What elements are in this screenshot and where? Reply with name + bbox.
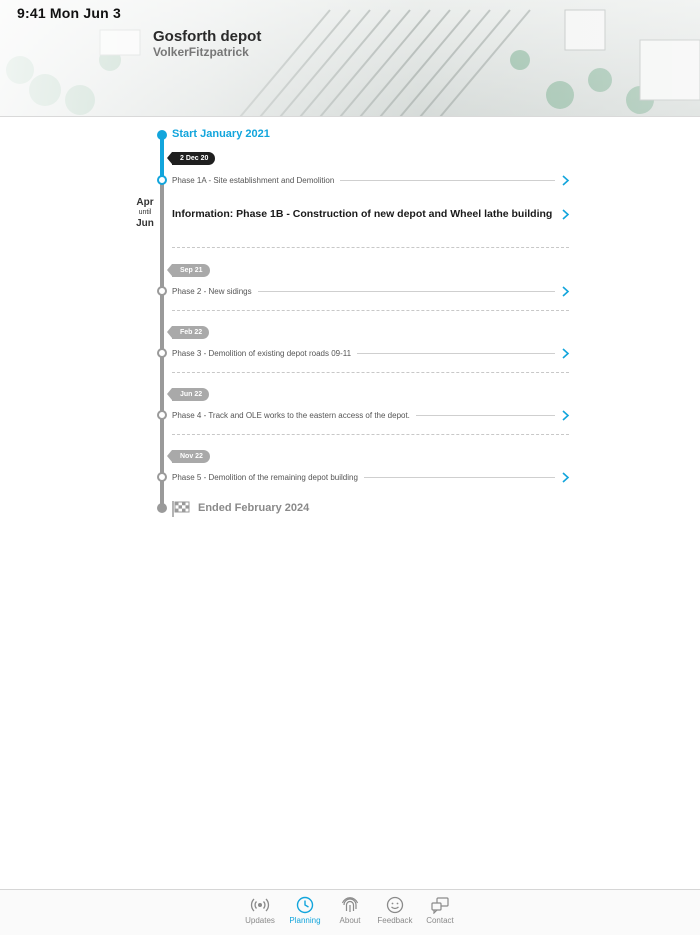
tab-bar: Updates Planning About Feedback Contact [0,889,700,935]
phase-row-5[interactable]: Phase 5 - Demolition of the remaining de… [172,470,570,484]
date-tag: Nov 22 [167,450,210,463]
timeline-node [157,348,167,358]
phase-row-4[interactable]: Phase 4 - Track and OLE works to the eas… [172,408,570,422]
chevron-right-icon [562,409,570,421]
header-divider [0,116,700,117]
row-rule [357,352,555,354]
tab-label: Contact [426,916,454,925]
phase-label: Phase 5 - Demolition of the remaining de… [172,472,358,482]
fingerprint-icon [341,897,359,912]
row-rule [257,290,555,292]
timeline-node [157,286,167,296]
status-bar-time: 9:41 Mon Jun 3 [17,5,121,21]
timeline-node [157,410,167,420]
phase-row-1a[interactable]: Phase 1A - Site establishment and Demoli… [172,173,570,187]
info-label: Information: Phase 1B - Construction of … [172,208,553,220]
chevron-right-icon [562,208,570,220]
tab-about[interactable]: About [328,896,372,925]
range-from: Apr [136,197,154,208]
tab-label: Updates [245,916,275,925]
phase-label: Phase 2 - New sidings [172,286,252,296]
timeline-node [157,472,167,482]
tab-updates[interactable]: Updates [238,896,282,925]
timeline-start-dot [157,130,167,140]
date-tag: 2 Dec 20 [166,152,216,165]
date-range-marker: Apr until Jun [133,197,157,229]
row-rule [363,476,555,478]
section-divider [172,434,569,435]
page-subtitle: VolkerFitzpatrick [153,45,249,59]
phase-row-2[interactable]: Phase 2 - New sidings [172,284,570,298]
chevron-right-icon [562,347,570,359]
timeline-end-dot [157,503,167,513]
chevron-right-icon [562,174,570,186]
tab-label: About [339,916,361,925]
phase-label: Phase 4 - Track and OLE works to the eas… [172,410,410,420]
clock-icon [296,896,314,914]
timeline-line-active [160,135,164,179]
tab-label: Planning [289,916,321,925]
range-until: until [138,209,152,216]
tab-contact[interactable]: Contact [418,896,462,925]
timeline-line [160,135,164,508]
section-divider [172,310,569,311]
info-row-phase-1b[interactable]: Information: Phase 1B - Construction of … [172,206,570,222]
smiley-icon [386,896,404,914]
row-rule [340,179,555,181]
section-divider [172,247,569,248]
tab-label: Feedback [377,916,413,925]
page-title: Gosforth depot [153,28,262,45]
chevron-right-icon [562,285,570,297]
date-tag: Jun 22 [166,388,210,401]
range-to: Jun [136,218,154,229]
phase-row-3[interactable]: Phase 3 - Demolition of existing depot r… [172,346,570,360]
date-tag: Feb 22 [166,326,210,339]
phase-label: Phase 3 - Demolition of existing depot r… [172,348,352,358]
timeline-end-label: Ended February 2024 [198,502,310,514]
finish-flag-icon [172,501,190,517]
broadcast-icon [250,898,270,912]
row-rule [415,414,555,416]
chat-icon [431,897,449,914]
phase-label: Phase 1A - Site establishment and Demoli… [172,175,335,185]
section-divider [172,372,569,373]
date-tag: Sep 21 [167,264,210,277]
timeline-start-label: Start January 2021 [172,128,270,140]
tab-planning[interactable]: Planning [283,896,327,925]
tab-feedback[interactable]: Feedback [373,896,417,925]
chevron-right-icon [562,471,570,483]
timeline-node [157,175,167,185]
